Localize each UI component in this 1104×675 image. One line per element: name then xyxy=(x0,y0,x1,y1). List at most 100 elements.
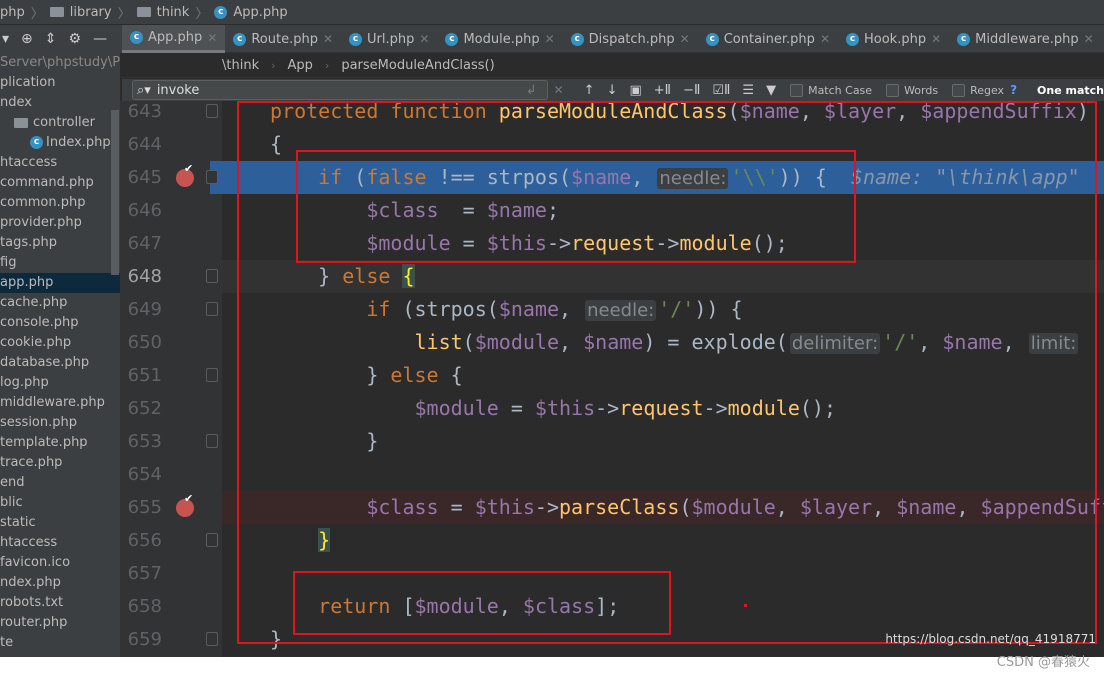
fold-marker-icon[interactable] xyxy=(206,632,218,646)
tree-item[interactable]: router.php xyxy=(0,613,120,633)
fold-marker-icon[interactable] xyxy=(206,104,218,118)
breadcrumb-namespace[interactable]: \think xyxy=(222,58,259,73)
tree-item-label: cookie.php xyxy=(0,335,72,350)
nav-crumb[interactable]: php xyxy=(0,5,25,20)
target-icon[interactable]: ⊕ xyxy=(21,31,33,47)
close-icon[interactable]: ✕ xyxy=(545,32,555,46)
breadcrumb-class[interactable]: App xyxy=(288,58,313,73)
tree-item[interactable]: htaccess xyxy=(0,533,120,553)
line-number[interactable]: 656 xyxy=(120,524,162,557)
line-number[interactable]: 650 xyxy=(120,326,162,359)
line-number[interactable]: 655 xyxy=(120,491,162,524)
breadcrumb-method[interactable]: parseModuleAndClass() xyxy=(341,58,494,73)
folder-icon xyxy=(49,7,64,17)
tree-item[interactable]: favicon.ico xyxy=(0,553,120,573)
close-icon[interactable]: ✕ xyxy=(931,32,941,46)
tab-url-php[interactable]: c Url.php ✕ xyxy=(341,25,437,53)
line-number[interactable]: 658 xyxy=(120,590,162,623)
tree-item[interactable]: app.php xyxy=(0,273,120,293)
tree-item[interactable]: controller xyxy=(0,113,120,133)
line-number[interactable]: 659 xyxy=(120,623,162,656)
tree-item[interactable]: command.php xyxy=(0,173,120,193)
line-number[interactable]: 643 xyxy=(120,95,162,128)
fold-marker-icon[interactable] xyxy=(206,302,218,316)
sidebar-scrollbar[interactable] xyxy=(111,110,119,275)
fold-marker-icon[interactable] xyxy=(206,368,218,382)
breakpoint-icon[interactable] xyxy=(176,162,194,187)
tab-middleware-php[interactable]: c Middleware.php ✕ xyxy=(949,25,1102,53)
close-icon[interactable]: ✕ xyxy=(820,32,830,46)
close-icon[interactable]: ✕ xyxy=(207,31,217,45)
tree-item-label: Server\phpstudy\PHP xyxy=(0,55,120,70)
project-toolbar: ▾ ⊕ ⇕ ⚙ — xyxy=(0,25,122,53)
line-number[interactable]: 652 xyxy=(120,392,162,425)
watermark-url: https://blog.csdn.net/qq_41918771 xyxy=(885,632,1096,646)
nav-crumb[interactable]: library xyxy=(70,5,112,20)
tree-item[interactable]: ndex xyxy=(0,93,120,113)
close-icon[interactable]: ✕ xyxy=(680,32,690,46)
close-icon[interactable]: ✕ xyxy=(419,32,429,46)
tree-item[interactable]: tags.php xyxy=(0,233,120,253)
line-number[interactable]: 649 xyxy=(120,293,162,326)
nav-crumb[interactable]: think xyxy=(157,5,190,20)
tab-route-php[interactable]: c Route.php ✕ xyxy=(225,25,341,53)
tab-module-php[interactable]: c Module.php ✕ xyxy=(437,25,562,53)
gear-icon[interactable]: ⚙ xyxy=(69,31,82,47)
nav-crumb[interactable]: App.php xyxy=(233,5,287,20)
fold-marker-icon[interactable] xyxy=(206,533,218,547)
tree-item[interactable]: static xyxy=(0,513,120,533)
tree-item[interactable]: plication xyxy=(0,73,120,93)
php-class-icon: c xyxy=(846,32,859,46)
tree-item[interactable]: end xyxy=(0,473,120,493)
tab-label: Url.php xyxy=(367,31,415,47)
editor-tabs: c App.php ✕ c Route.php ✕ c Url.php ✕ c Module.php… xyxy=(122,25,1104,53)
tree-item[interactable]: ndex.php xyxy=(0,573,120,593)
minimize-icon[interactable]: — xyxy=(93,31,107,47)
tab-hook-php[interactable]: c Hook.php ✕ xyxy=(838,25,949,53)
php-class-icon: c xyxy=(233,32,247,46)
tree-item[interactable]: session.php xyxy=(0,413,120,433)
fold-marker-icon[interactable] xyxy=(206,434,218,448)
tree-item[interactable]: Server\phpstudy\PHP xyxy=(0,53,120,73)
line-number[interactable]: 654 xyxy=(120,458,162,491)
close-icon[interactable]: ✕ xyxy=(1084,32,1094,46)
tree-item[interactable]: te xyxy=(0,633,120,653)
tree-item[interactable]: middleware.php xyxy=(0,393,120,413)
tree-item[interactable]: blic xyxy=(0,493,120,513)
fold-marker-icon[interactable] xyxy=(206,170,218,184)
tree-item-label: cache.php xyxy=(0,295,68,310)
tree-item[interactable]: c Index.php xyxy=(0,133,120,153)
fold-marker-icon[interactable] xyxy=(206,269,218,283)
tab-app-php[interactable]: c App.php ✕ xyxy=(122,25,226,53)
annotation-box-return xyxy=(293,571,671,635)
tree-item[interactable]: database.php xyxy=(0,353,120,373)
tree-item[interactable]: cache.php xyxy=(0,293,120,313)
line-number[interactable]: 648 xyxy=(120,260,162,293)
breakpoint-icon[interactable] xyxy=(176,492,194,517)
line-number[interactable]: 644 xyxy=(120,128,162,161)
tree-item[interactable]: fig xyxy=(0,253,120,273)
tree-item[interactable]: trace.php xyxy=(0,453,120,473)
close-icon[interactable]: ✕ xyxy=(323,32,333,46)
tree-item[interactable]: htaccess xyxy=(0,153,120,173)
tree-item-label: provider.php xyxy=(0,215,82,230)
tree-item[interactable]: provider.php xyxy=(0,213,120,233)
tree-item[interactable]: robots.txt xyxy=(0,593,120,613)
tree-item[interactable]: common.php xyxy=(0,193,120,213)
tree-item[interactable]: console.php xyxy=(0,313,120,333)
line-number[interactable]: 645 xyxy=(120,161,162,194)
tab-dispatch-php[interactable]: c Dispatch.php ✕ xyxy=(563,25,698,53)
dropdown-icon[interactable]: ▾ xyxy=(2,31,9,47)
tab-container-php[interactable]: c Container.php ✕ xyxy=(698,25,838,53)
line-number[interactable]: 646 xyxy=(120,194,162,227)
tree-item-label: command.php xyxy=(0,175,94,190)
line-number[interactable]: 647 xyxy=(120,227,162,260)
tree-item[interactable]: template.php xyxy=(0,433,120,453)
tree-item[interactable]: cookie.php xyxy=(0,333,120,353)
line-number[interactable]: 653 xyxy=(120,425,162,458)
line-number[interactable]: 651 xyxy=(120,359,162,392)
tree-item-label: common.php xyxy=(0,195,86,210)
tree-item[interactable]: log.php xyxy=(0,373,120,393)
collapse-icon[interactable]: ⇕ xyxy=(45,31,57,47)
line-number[interactable]: 657 xyxy=(120,557,162,590)
